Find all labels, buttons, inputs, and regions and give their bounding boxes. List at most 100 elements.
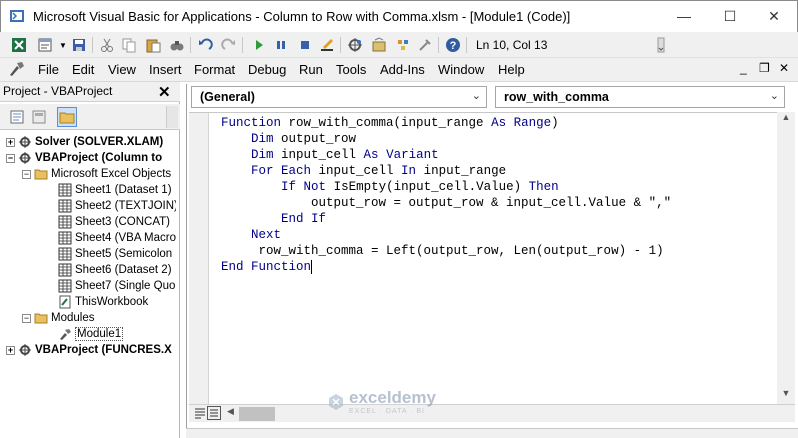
find-icon[interactable] — [168, 36, 186, 54]
reset-icon[interactable] — [296, 36, 314, 54]
menu-tools[interactable]: Tools — [336, 62, 366, 77]
code-editor[interactable]: Function row_with_comma(input_range As R… — [189, 112, 777, 405]
menu-view[interactable]: View — [108, 62, 136, 77]
worksheet-icon — [58, 199, 72, 213]
tree-node[interactable]: − Microsoft Excel Objects — [22, 166, 171, 182]
collapse-icon[interactable]: − — [6, 153, 15, 163]
workbook-icon — [58, 295, 72, 309]
cut-icon[interactable] — [98, 36, 116, 54]
folder-icon — [34, 311, 48, 325]
tree-node[interactable]: − VBAProject (Column to — [6, 150, 162, 166]
standard-toolbar: ▼ ? Ln 10, Col 13 — [0, 32, 798, 58]
code-text[interactable]: Function row_with_comma(input_range As R… — [221, 115, 671, 275]
project-explorer-icon[interactable] — [346, 36, 364, 54]
tree-node[interactable]: Module1 — [58, 326, 124, 342]
menu-run[interactable]: Run — [299, 62, 323, 77]
minimize-button[interactable]: — — [661, 1, 707, 31]
tree-node[interactable]: Sheet1 (Dataset 1) — [58, 182, 172, 198]
vertical-scrollbar[interactable]: ▲ ▼ — [777, 112, 795, 404]
break-icon[interactable] — [272, 36, 290, 54]
object-browser-icon[interactable] — [394, 36, 412, 54]
scroll-up-arrow-icon[interactable]: ▲ — [777, 112, 795, 129]
tree-node-label: Module1 — [75, 327, 124, 341]
run-icon[interactable] — [250, 36, 268, 54]
maximize-button[interactable]: ☐ — [707, 1, 753, 31]
menu-add-ins[interactable]: Add-Ins — [380, 62, 425, 77]
horizontal-scrollbar[interactable]: ◀ — [189, 404, 795, 422]
vba-app-icon — [9, 8, 25, 24]
folder-icon — [34, 167, 48, 181]
expand-icon[interactable]: + — [6, 345, 15, 355]
cursor-position: Ln 10, Col 13 — [476, 38, 548, 52]
collapse-icon[interactable]: − — [22, 169, 31, 179]
collapse-icon[interactable]: − — [22, 313, 31, 323]
close-button[interactable]: ✕ — [751, 1, 797, 31]
tree-node[interactable]: Sheet4 (VBA Macro — [58, 230, 176, 246]
module-icon — [58, 327, 72, 341]
view-object-icon[interactable] — [29, 107, 49, 127]
toolbar-overflow-icon[interactable] — [656, 36, 666, 54]
properties-icon[interactable] — [370, 36, 388, 54]
tree-node[interactable]: Sheet3 (CONCAT) — [58, 214, 170, 230]
menu-format[interactable]: Format — [194, 62, 235, 77]
tree-node[interactable]: Sheet6 (Dataset 2) — [58, 262, 172, 278]
vba-project-icon — [18, 151, 32, 165]
tree-node[interactable]: + VBAProject (FUNCRES.X — [6, 342, 172, 358]
bottom-strip — [186, 428, 798, 438]
menu-window[interactable]: Window — [438, 62, 484, 77]
insert-module-icon[interactable] — [36, 36, 54, 54]
design-mode-icon[interactable] — [318, 36, 336, 54]
window-titlebar: Microsoft Visual Basic for Applications … — [0, 0, 798, 32]
mdi-restore-button[interactable]: ❐ — [759, 61, 770, 75]
svg-text:?: ? — [450, 40, 457, 52]
view-code-icon[interactable] — [7, 107, 27, 127]
redo-icon[interactable] — [220, 36, 238, 54]
menu-file[interactable]: File — [38, 62, 59, 77]
mdi-close-button[interactable]: ✕ — [779, 61, 789, 75]
menu-insert[interactable]: Insert — [149, 62, 182, 77]
scroll-down-arrow-icon[interactable]: ▼ — [777, 388, 795, 405]
tree-node-label: ThisWorkbook — [75, 296, 149, 308]
vba-menu-icon[interactable] — [8, 60, 26, 78]
mdi-minimize-button[interactable]: _ — [740, 61, 747, 75]
tree-node[interactable]: Sheet2 (TEXTJOIN) — [58, 198, 176, 214]
tree-node[interactable]: − Modules — [22, 310, 94, 326]
watermark-tagline: EXCEL · DATA · BI — [349, 408, 425, 415]
menu-help[interactable]: Help — [498, 62, 525, 77]
full-module-view-icon[interactable] — [207, 406, 221, 420]
object-combo[interactable]: (General) ⌄ — [191, 86, 487, 108]
worksheet-icon — [58, 279, 72, 293]
code-margin[interactable] — [189, 113, 209, 405]
procedure-view-icon[interactable] — [193, 406, 207, 420]
copy-icon[interactable] — [120, 36, 138, 54]
project-tree: + Solver (SOLVER.XLAM) − VBAProject (Column… — [0, 134, 176, 434]
project-explorer-close-button[interactable]: ✕ — [158, 83, 171, 101]
tree-node[interactable]: ThisWorkbook — [58, 294, 148, 310]
undo-icon[interactable] — [196, 36, 214, 54]
tree-node-label: Sheet7 (Single Quo — [75, 280, 176, 292]
save-icon[interactable] — [70, 36, 88, 54]
procedure-combo[interactable]: row_with_comma ⌄ — [495, 86, 785, 108]
tree-node[interactable]: + Solver (SOLVER.XLAM) — [6, 134, 163, 150]
scroll-left-arrow-icon[interactable]: ◀ — [227, 406, 234, 417]
toolbox-icon[interactable] — [416, 36, 434, 54]
tree-node[interactable]: Sheet7 (Single Quo — [58, 278, 175, 294]
worksheet-icon — [58, 183, 72, 197]
tree-node[interactable]: Sheet5 (Semicolon — [58, 246, 172, 262]
tree-scroll-up[interactable] — [166, 106, 178, 128]
menu-debug[interactable]: Debug — [248, 62, 286, 77]
toggle-folders-icon[interactable] — [57, 107, 77, 127]
paste-icon[interactable] — [144, 36, 162, 54]
chevron-down-icon: ⌄ — [769, 90, 779, 102]
vba-project-icon — [18, 343, 32, 357]
horizontal-scroll-thumb[interactable] — [239, 407, 275, 421]
exceldemy-watermark: exceldemy EXCEL · DATA · BI — [327, 388, 436, 415]
project-explorer: Project - VBAProject ✕ + Solver (SOLVER.X… — [0, 82, 180, 438]
tree-node-label: VBAProject (Column to — [35, 152, 163, 164]
expand-icon[interactable]: + — [6, 137, 15, 147]
tree-node-label: Sheet3 (CONCAT) — [75, 216, 171, 228]
excel-icon[interactable] — [10, 36, 28, 54]
help-icon[interactable]: ? — [444, 36, 462, 54]
menu-edit[interactable]: Edit — [72, 62, 94, 77]
vba-project-icon — [18, 135, 32, 149]
